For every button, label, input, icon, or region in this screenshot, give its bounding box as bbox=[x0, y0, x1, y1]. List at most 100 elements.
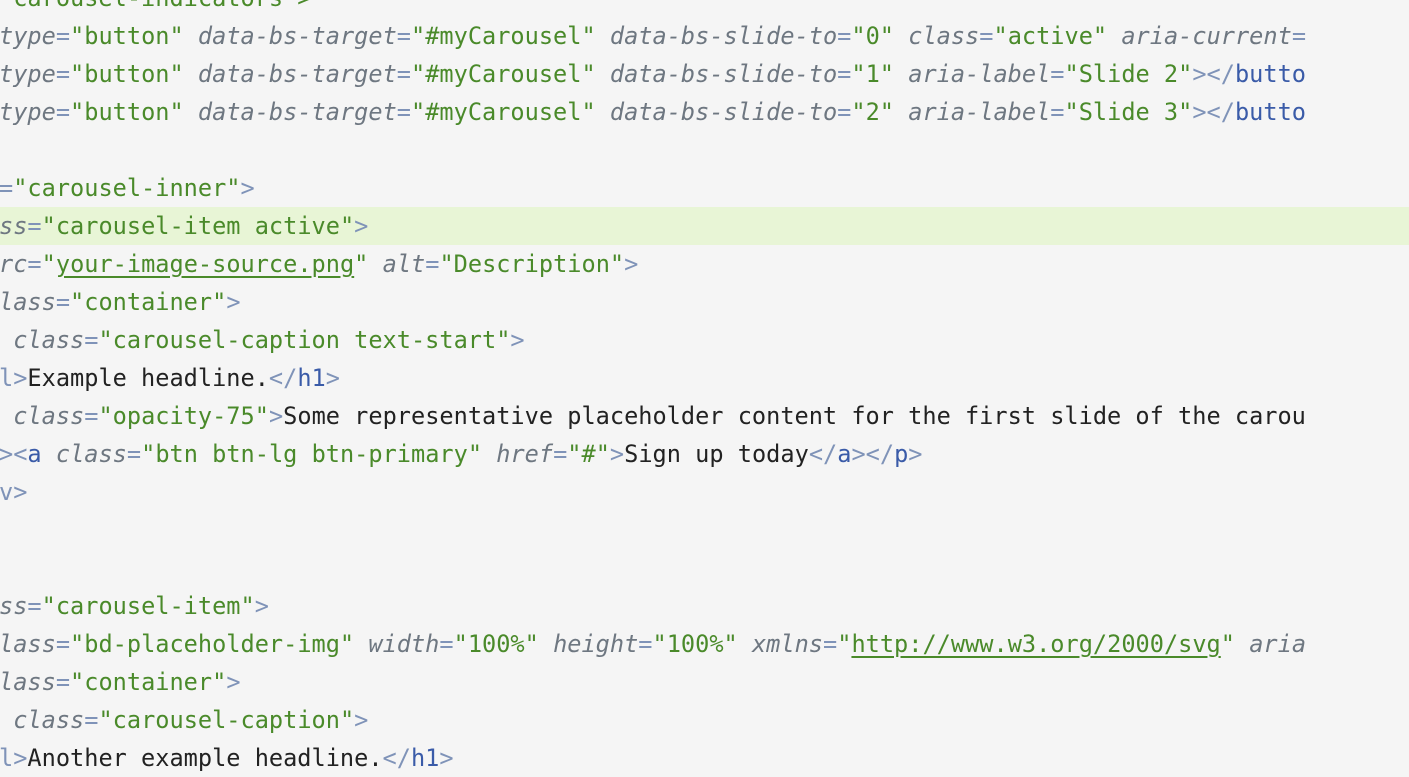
code-line[interactable]: class="opacity-75">Some representative p… bbox=[0, 397, 1409, 435]
code-line[interactable]: lass="container"> bbox=[0, 283, 1409, 321]
code-token-str: "0" bbox=[851, 22, 895, 50]
code-line-content: lass="container"> bbox=[0, 283, 241, 321]
code-token-attr: type bbox=[0, 22, 56, 50]
code-line-content: v> bbox=[0, 473, 27, 511]
code-token-attr: lass bbox=[0, 288, 56, 316]
code-line[interactable]: type="button" data-bs-target="#myCarouse… bbox=[0, 17, 1409, 55]
code-token-attr: class bbox=[13, 326, 85, 354]
code-token-punct: ></ bbox=[1192, 98, 1235, 126]
code-token-punct: = bbox=[55, 630, 71, 658]
code-token-attr: type bbox=[0, 60, 56, 88]
code-token-attr: href bbox=[496, 440, 554, 468]
code-token-attr: aria bbox=[1249, 630, 1307, 658]
current-code-line[interactable]: ss="carousel-item active"> bbox=[0, 207, 1409, 245]
code-token-attr: lass bbox=[0, 630, 56, 658]
code-editor[interactable]: "carousel-indicators">type="button" data… bbox=[0, 0, 1409, 777]
code-token-tag: a bbox=[837, 440, 852, 468]
code-token-punct: = bbox=[425, 250, 440, 278]
code-token-punct: > bbox=[354, 706, 369, 734]
code-line-content: rc="your-image-source.png" alt="Descript… bbox=[0, 245, 638, 283]
code-line[interactable]: class="carousel-caption text-start"> bbox=[0, 321, 1409, 359]
code-token-tag: a bbox=[27, 440, 42, 468]
code-token-str: "active" bbox=[993, 22, 1108, 50]
code-token-punct: = bbox=[553, 440, 568, 468]
code-token-punct: = bbox=[1050, 98, 1065, 126]
code-token-attr: ss bbox=[0, 212, 28, 240]
code-line[interactable]: type="button" data-bs-target="#myCarouse… bbox=[0, 55, 1409, 93]
code-token-link[interactable]: your-image-source.png bbox=[56, 250, 354, 278]
code-line[interactable]: "carousel-indicators"> bbox=[0, 0, 1409, 17]
code-line[interactable]: v> bbox=[0, 473, 1409, 511]
code-token-attr: data-bs-slide-to bbox=[609, 98, 838, 126]
code-token-str: "opacity-75" bbox=[98, 402, 269, 430]
code-line[interactable]: class="carousel-caption"> bbox=[0, 701, 1409, 739]
code-token-punct: = bbox=[396, 60, 411, 88]
code-line[interactable]: rc="your-image-source.png" alt="Descript… bbox=[0, 245, 1409, 283]
code-line-content: lass="bd-placeholder-img" width="100%" h… bbox=[0, 625, 1306, 663]
code-token-attr: class bbox=[13, 706, 85, 734]
code-token-punct: = bbox=[55, 98, 71, 126]
code-token-link[interactable]: http://www.w3.org/2000/svg bbox=[851, 630, 1220, 658]
code-token-attr: rc bbox=[0, 250, 28, 278]
code-line[interactable] bbox=[0, 511, 1409, 549]
code-token-attr: aria-current bbox=[1121, 22, 1292, 50]
code-token-attr: data-bs-target bbox=[197, 98, 397, 126]
code-token-attr: class bbox=[13, 402, 85, 430]
code-token-str: "#myCarousel" bbox=[411, 98, 596, 126]
code-line[interactable]: ><a class="btn btn-lg btn-primary" href=… bbox=[0, 435, 1409, 473]
code-token-punct: = bbox=[55, 22, 71, 50]
code-line[interactable]: l>Another example headline.</h1> bbox=[0, 739, 1409, 777]
code-line[interactable]: ss="carousel-item"> bbox=[0, 587, 1409, 625]
code-token-str: "bd-placeholder-img" bbox=[70, 630, 355, 658]
code-token-punct: = bbox=[84, 326, 99, 354]
code-token-attr: type bbox=[0, 98, 56, 126]
code-line[interactable]: ="carousel-inner"> bbox=[0, 169, 1409, 207]
code-token-punct: = bbox=[126, 440, 142, 468]
code-token-punct: = bbox=[638, 630, 653, 658]
code-token-str: "1" bbox=[851, 60, 895, 88]
code-token-text: Sign up today bbox=[624, 440, 809, 468]
code-token-punct: = bbox=[439, 630, 454, 658]
code-line[interactable] bbox=[0, 131, 1409, 169]
code-line[interactable]: lass="bd-placeholder-img" width="100%" h… bbox=[0, 625, 1409, 663]
code-token-str: "carousel-inner" bbox=[13, 174, 241, 202]
code-line[interactable] bbox=[0, 549, 1409, 587]
code-line-content: ss="carousel-item"> bbox=[0, 587, 269, 625]
code-token-str: "carousel-item" bbox=[41, 592, 255, 620]
code-token-punct: = bbox=[84, 402, 99, 430]
code-token-punct: > bbox=[510, 326, 525, 354]
code-line-content: type="button" data-bs-target="#myCarouse… bbox=[0, 55, 1306, 93]
code-token-punct: v> bbox=[0, 478, 28, 506]
code-line[interactable]: type="button" data-bs-target="#myCarouse… bbox=[0, 93, 1409, 131]
code-line-content: l>Another example headline.</h1> bbox=[0, 739, 454, 777]
code-token-punct: = bbox=[396, 22, 411, 50]
code-token-punct: > bbox=[240, 174, 255, 202]
code-token-punct: > bbox=[908, 440, 923, 468]
code-token-str: "Slide 3" bbox=[1064, 98, 1193, 126]
code-token-str: " bbox=[41, 250, 56, 278]
code-token-punct: > bbox=[226, 668, 241, 696]
code-token-attr: ss bbox=[0, 592, 28, 620]
code-token-punct: </ bbox=[382, 744, 411, 772]
code-token-str: "Description" bbox=[439, 250, 625, 278]
code-token-str: " bbox=[837, 630, 852, 658]
code-token-punct: ></ bbox=[1192, 60, 1235, 88]
code-token-str: "carousel-caption" bbox=[98, 706, 355, 734]
code-line[interactable]: lass="container"> bbox=[0, 663, 1409, 701]
code-line-content: lass="container"> bbox=[0, 663, 241, 701]
code-token-attr: lass bbox=[0, 668, 56, 696]
code-token-punct: = bbox=[27, 212, 42, 240]
code-token-punct: = bbox=[55, 60, 71, 88]
code-line[interactable]: l>Example headline.</h1> bbox=[0, 359, 1409, 397]
code-line-content: type="button" data-bs-target="#myCarouse… bbox=[0, 93, 1306, 131]
